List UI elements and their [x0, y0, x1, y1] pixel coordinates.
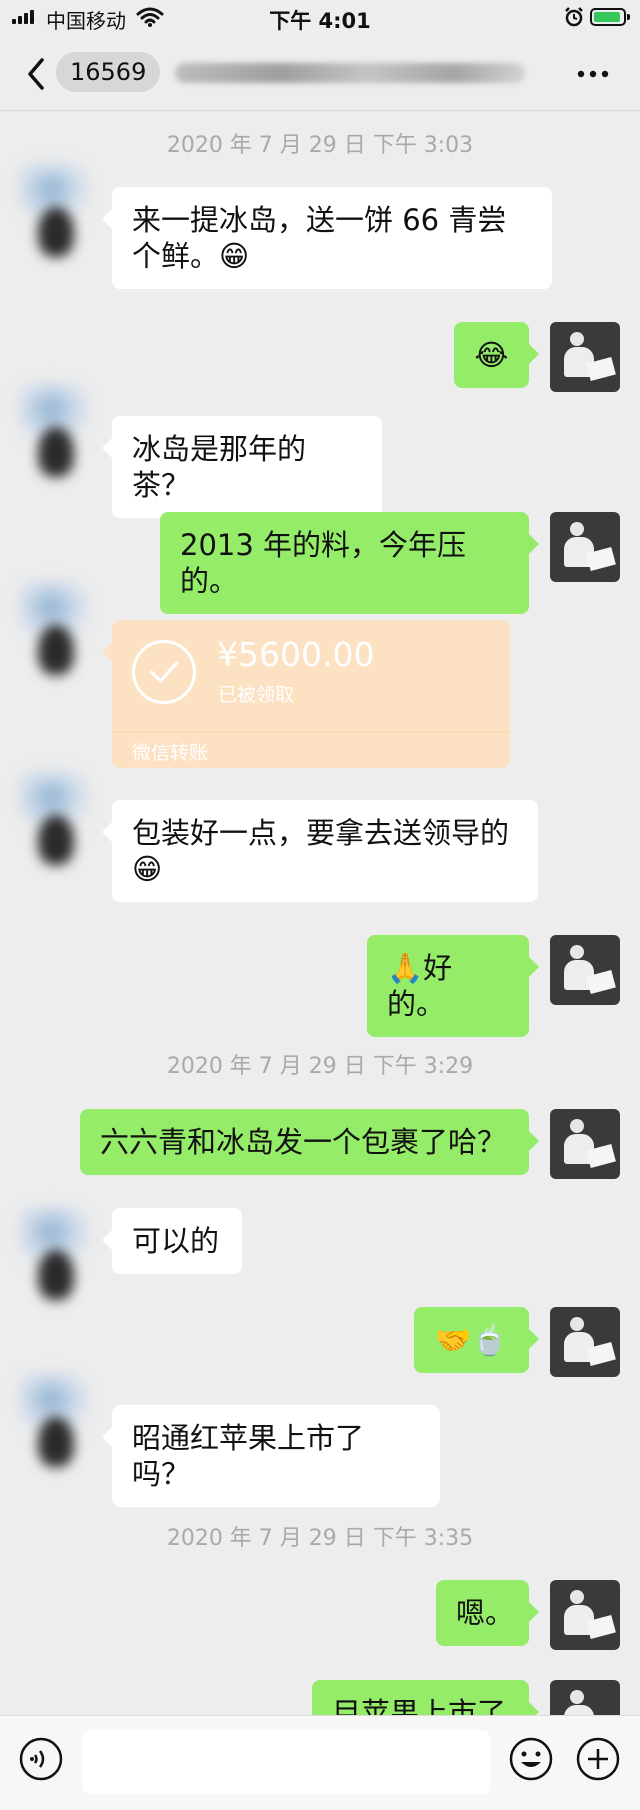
message-bubble[interactable]: 来一提冰岛，送一饼 66 青尝个鲜。😁 [102, 187, 552, 289]
battery-charging-icon [590, 8, 630, 26]
message-bubble[interactable]: 🙏好的。 [367, 935, 539, 1037]
message-bubble[interactable]: 目苹果上市了 [312, 1680, 539, 1715]
clock-time: 下午 4:01 [269, 9, 371, 33]
message-bubble[interactable]: 2013 年的料，今年压的。 [160, 512, 539, 614]
contact-avatar[interactable] [18, 1372, 92, 1480]
transfer-divider [112, 732, 510, 733]
contact-name-blurred [175, 63, 525, 83]
transfer-amount: ¥5600.00 [217, 635, 375, 674]
plus-circle-icon[interactable] [575, 1736, 621, 1782]
my-avatar[interactable] [550, 1680, 620, 1715]
chat-header: 16569 [0, 38, 640, 111]
message-timestamp: 2020 年 7 月 29 日 下午 3:29 [166, 1054, 474, 1079]
transfer-card[interactable]: ¥5600.00 已被领取 微信转账 [102, 620, 510, 768]
unread-count-badge[interactable]: 16569 [56, 52, 161, 92]
my-avatar[interactable] [550, 322, 620, 392]
message-bubble[interactable]: 包装好一点，要拿去送领导的😁 [102, 800, 538, 902]
message-list[interactable]: 2020 年 7 月 29 日 下午 3:03 来一提冰岛，送一饼 66 青尝个… [0, 110, 640, 1715]
contact-avatar[interactable] [18, 382, 92, 490]
message-bubble[interactable]: 嗯。 [436, 1580, 539, 1646]
voice-icon[interactable] [18, 1736, 64, 1782]
my-avatar[interactable] [550, 1109, 620, 1179]
my-avatar[interactable] [550, 1580, 620, 1650]
contact-avatar[interactable] [18, 770, 92, 878]
my-avatar[interactable] [550, 1307, 620, 1377]
more-options-button[interactable] [573, 62, 613, 86]
transfer-label: 微信转账 [132, 742, 209, 764]
message-bubble[interactable]: 昭通红苹果上市了吗？ [102, 1405, 440, 1507]
my-avatar[interactable] [550, 512, 620, 582]
message-bubble[interactable]: 🤝🍵 [414, 1307, 539, 1373]
contact-avatar[interactable] [18, 1205, 92, 1313]
message-bubble[interactable]: 冰岛是那年的茶？ [102, 416, 382, 518]
my-avatar[interactable] [550, 935, 620, 1005]
message-bubble[interactable]: 六六青和冰岛发一个包裹了哈？ [80, 1109, 539, 1175]
status-bar: 中国移动 下午 4:01 [0, 0, 640, 38]
input-toolbar [0, 1715, 640, 1810]
alarm-clock-icon [565, 7, 583, 27]
message-bubble[interactable]: 😂 [454, 322, 539, 388]
contact-avatar[interactable] [18, 580, 92, 688]
message-timestamp: 2020 年 7 月 29 日 下午 3:35 [166, 1526, 474, 1551]
back-button[interactable] [22, 56, 52, 92]
message-input[interactable] [82, 1730, 490, 1794]
message-bubble[interactable]: 可以的 [102, 1208, 242, 1274]
contact-avatar[interactable] [18, 162, 92, 270]
message-timestamp: 2020 年 7 月 29 日 下午 3:03 [166, 133, 474, 158]
emoji-icon[interactable] [508, 1736, 554, 1782]
check-circle-icon [132, 640, 196, 704]
transfer-status: 已被领取 [218, 684, 295, 706]
